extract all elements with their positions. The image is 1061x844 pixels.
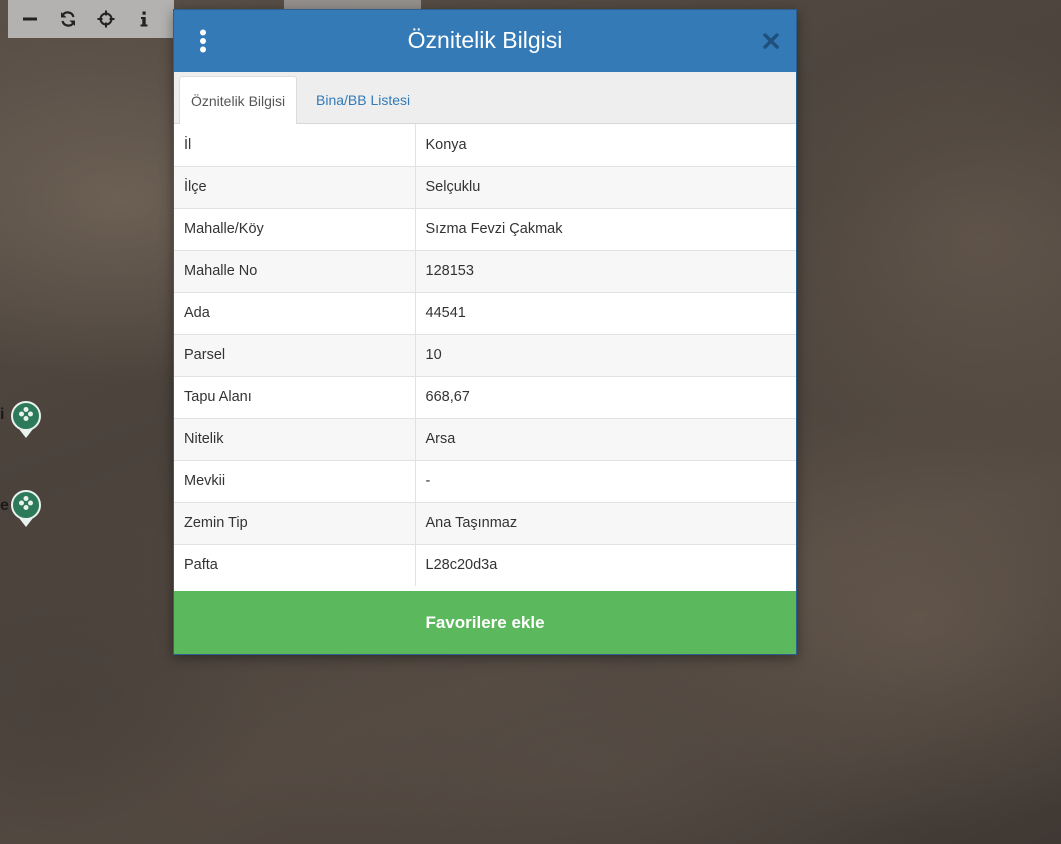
table-row: Zemin Tip Ana Taşınmaz	[174, 501, 796, 544]
attribute-key: Pafta	[174, 543, 416, 586]
table-row: İlçe Selçuklu	[174, 165, 796, 208]
attribute-value: 668,67	[415, 375, 796, 418]
map-toolbar	[8, 0, 174, 38]
attribute-key: Mevkii	[174, 459, 416, 502]
attribute-key: Ada	[174, 291, 416, 334]
attribute-key: Nitelik	[174, 417, 416, 460]
table-row: Parsel 10	[174, 333, 796, 376]
minus-icon	[22, 11, 38, 27]
attribute-info-modal: Öznitelik Bilgisi Öznitelik Bilgisi Bina…	[173, 9, 797, 655]
table-row: Nitelik Arsa	[174, 417, 796, 460]
tab-attribute-info[interactable]: Öznitelik Bilgisi	[179, 76, 298, 125]
table-row: Ada 44541	[174, 291, 796, 334]
locate-button[interactable]	[90, 3, 122, 35]
attribute-key: Mahalle No	[174, 249, 416, 292]
table-row: Tapu Alanı 668,67	[174, 375, 796, 418]
attribute-key: Tapu Alanı	[174, 375, 416, 418]
attribute-key: İl	[174, 124, 416, 166]
tab-building-list[interactable]: Bina/BB Listesi	[305, 76, 421, 124]
close-icon[interactable]	[758, 28, 784, 54]
table-row: Pafta L28c20d3a	[174, 543, 796, 586]
attribute-value: 10	[415, 333, 796, 376]
attribute-key: Parsel	[174, 333, 416, 376]
vertical-dots-menu-icon[interactable]	[192, 26, 214, 56]
attribute-value: 128153	[415, 249, 796, 292]
table-row: Mevkii -	[174, 459, 796, 502]
attribute-value: L28c20d3a	[415, 543, 796, 586]
info-icon	[139, 11, 149, 27]
attribute-value: Selçuklu	[415, 165, 796, 208]
marker-label: i	[0, 406, 5, 423]
marker-pointer	[19, 429, 33, 438]
map-marker[interactable]	[11, 490, 41, 520]
attribute-value: 44541	[415, 291, 796, 334]
marker-pointer	[19, 518, 33, 527]
flower-icon	[18, 406, 34, 427]
table-row: Mahalle/Köy Sızma Fevzi Çakmak	[174, 207, 796, 250]
modal-title: Öznitelik Bilgisi	[407, 27, 563, 53]
add-to-favorites-button[interactable]: Favorilere ekle	[174, 591, 796, 654]
table-row: İl Konya	[174, 124, 796, 166]
attribute-key: Mahalle/Köy	[174, 207, 416, 250]
attribute-value: Sızma Fevzi Çakmak	[415, 207, 796, 250]
attribute-value: -	[415, 459, 796, 502]
attribute-value: Arsa	[415, 417, 796, 460]
marker-label: e	[0, 497, 9, 514]
info-button[interactable]	[128, 3, 160, 35]
attribute-table: İl Konya İlçe Selçuklu Mahalle/Köy Sızma Fevz…	[174, 124, 796, 586]
table-row: Mahalle No 128153	[174, 249, 796, 292]
map-marker[interactable]	[11, 401, 41, 431]
refresh-icon	[59, 10, 77, 28]
flower-icon	[18, 495, 34, 516]
zoom-out-button[interactable]	[14, 3, 46, 35]
tab-bar: Öznitelik Bilgisi Bina/BB Listesi	[174, 72, 796, 125]
crosshair-icon	[97, 10, 115, 28]
attribute-key: Zemin Tip	[174, 501, 416, 544]
refresh-button[interactable]	[52, 3, 84, 35]
attribute-value: Konya	[415, 124, 796, 166]
modal-header: Öznitelik Bilgisi	[174, 10, 796, 72]
attribute-value: Ana Taşınmaz	[415, 501, 796, 544]
attribute-key: İlçe	[174, 165, 416, 208]
